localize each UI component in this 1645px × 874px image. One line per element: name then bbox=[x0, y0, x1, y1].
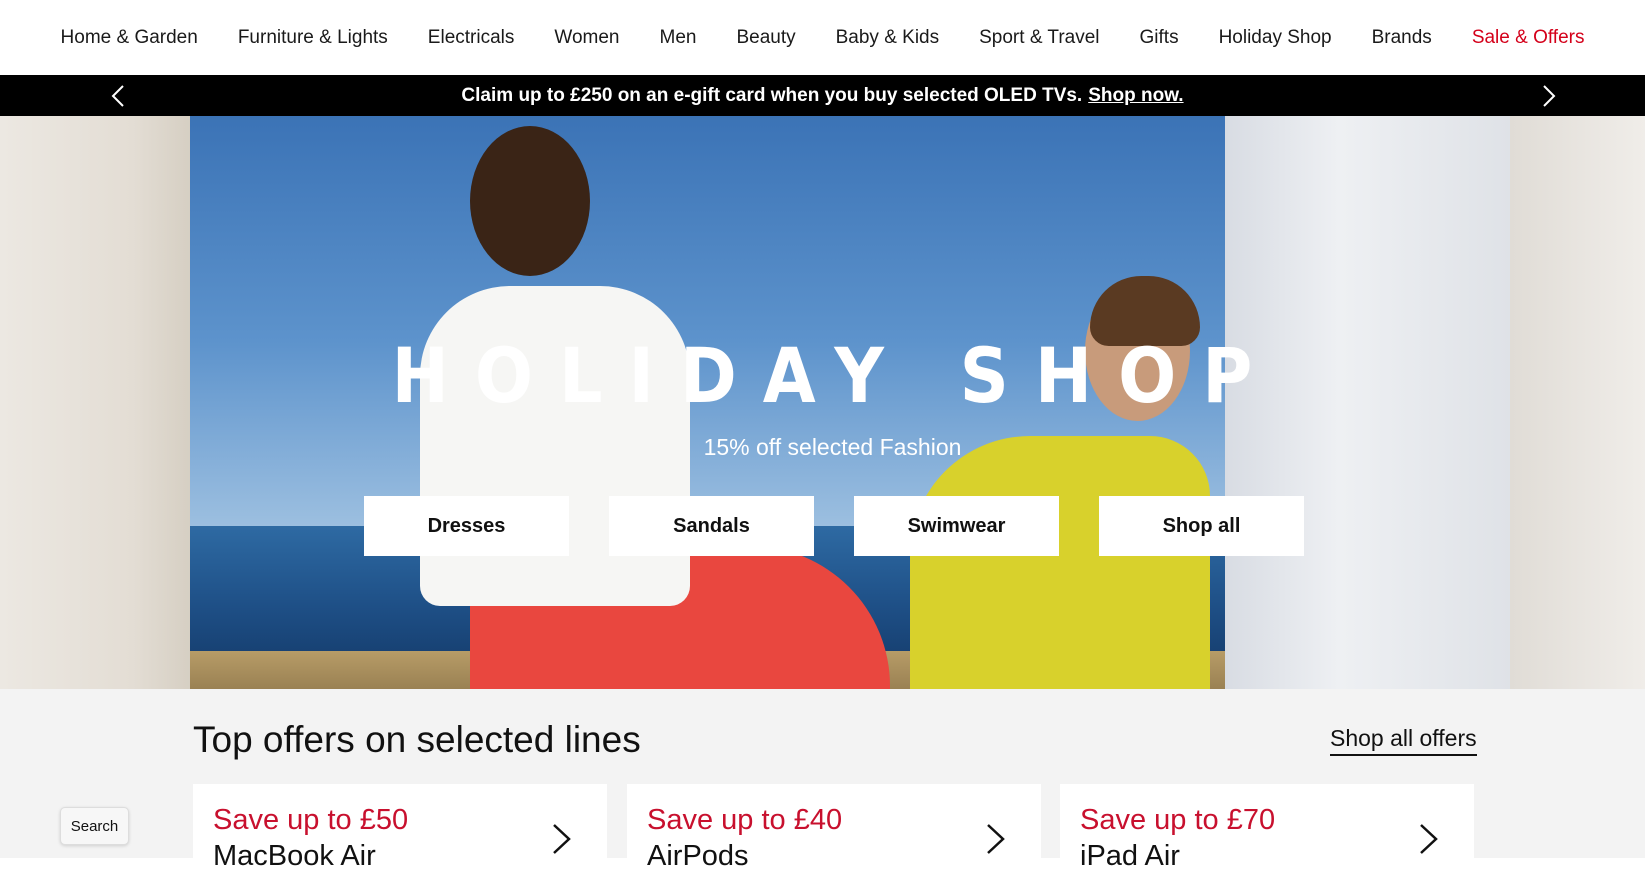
nav-item-furniture-lights[interactable]: Furniture & Lights bbox=[218, 28, 408, 47]
nav-item-women[interactable]: Women bbox=[534, 28, 639, 47]
main-navigation: Home & Garden Furniture & Lights Electri… bbox=[0, 0, 1645, 75]
offer-save-text: Save up to £50 bbox=[213, 804, 409, 836]
nav-item-beauty[interactable]: Beauty bbox=[716, 28, 815, 47]
nav-item-home-garden[interactable]: Home & Garden bbox=[41, 28, 218, 47]
nav-item-holiday-shop[interactable]: Holiday Shop bbox=[1199, 28, 1352, 47]
nav-item-electricals[interactable]: Electricals bbox=[408, 28, 535, 47]
nav-item-sale-offers[interactable]: Sale & Offers bbox=[1452, 28, 1605, 47]
offer-save-text: Save up to £40 bbox=[647, 804, 843, 836]
nav-item-brands[interactable]: Brands bbox=[1352, 28, 1452, 47]
chevron-left-icon bbox=[111, 84, 124, 107]
offer-product-name: AirPods bbox=[647, 840, 749, 872]
offer-card-airpods[interactable]: Save up to £40 AirPods bbox=[627, 784, 1041, 874]
search-button[interactable]: Search bbox=[60, 807, 129, 845]
promo-prev-button[interactable] bbox=[98, 75, 138, 116]
hero-banner: HOLIDAY SHOP 15% off selected Fashion Dr… bbox=[0, 116, 1645, 689]
offer-product-name: MacBook Air bbox=[213, 840, 376, 872]
promo-text: Claim up to £250 on an e-gift card when … bbox=[461, 84, 1083, 106]
top-offers-section: Top offers on selected lines Shop all of… bbox=[0, 689, 1645, 874]
promo-banner: Claim up to £250 on an e-gift card when … bbox=[0, 75, 1645, 116]
shop-all-button[interactable]: Shop all bbox=[1099, 496, 1304, 556]
offer-card-ipad-air[interactable]: Save up to £70 iPad Air bbox=[1060, 784, 1474, 874]
hero-subtitle: 15% off selected Fashion bbox=[703, 434, 962, 460]
promo-shop-now-link[interactable]: Shop now. bbox=[1088, 85, 1183, 107]
dresses-button[interactable]: Dresses bbox=[364, 496, 569, 556]
chevron-right-icon bbox=[987, 824, 1005, 854]
top-offers-title: Top offers on selected lines bbox=[193, 719, 641, 760]
hero-category-buttons: Dresses Sandals Swimwear Shop all bbox=[364, 496, 1304, 556]
nav-list: Home & Garden Furniture & Lights Electri… bbox=[41, 28, 1605, 47]
hero-model-left-head bbox=[470, 126, 590, 276]
chevron-right-icon bbox=[1543, 84, 1556, 107]
promo-next-button[interactable] bbox=[1529, 75, 1569, 116]
offer-save-text: Save up to £70 bbox=[1080, 804, 1276, 836]
nav-item-baby-kids[interactable]: Baby & Kids bbox=[816, 28, 960, 47]
offer-product-name: iPad Air bbox=[1080, 840, 1180, 872]
swimwear-button[interactable]: Swimwear bbox=[854, 496, 1059, 556]
shop-all-offers-link[interactable]: Shop all offers bbox=[1330, 725, 1477, 756]
nav-item-men[interactable]: Men bbox=[640, 28, 717, 47]
sandals-button[interactable]: Sandals bbox=[609, 496, 814, 556]
hero-title: HOLIDAY SHOP bbox=[391, 331, 1279, 420]
chevron-right-icon bbox=[1420, 824, 1438, 854]
nav-item-gifts[interactable]: Gifts bbox=[1120, 28, 1199, 47]
chevron-right-icon bbox=[553, 824, 571, 854]
hero-model-right-dress bbox=[910, 436, 1210, 689]
nav-item-sport-travel[interactable]: Sport & Travel bbox=[959, 28, 1119, 47]
offer-card-macbook-air[interactable]: Save up to £50 MacBook Air bbox=[193, 784, 607, 874]
